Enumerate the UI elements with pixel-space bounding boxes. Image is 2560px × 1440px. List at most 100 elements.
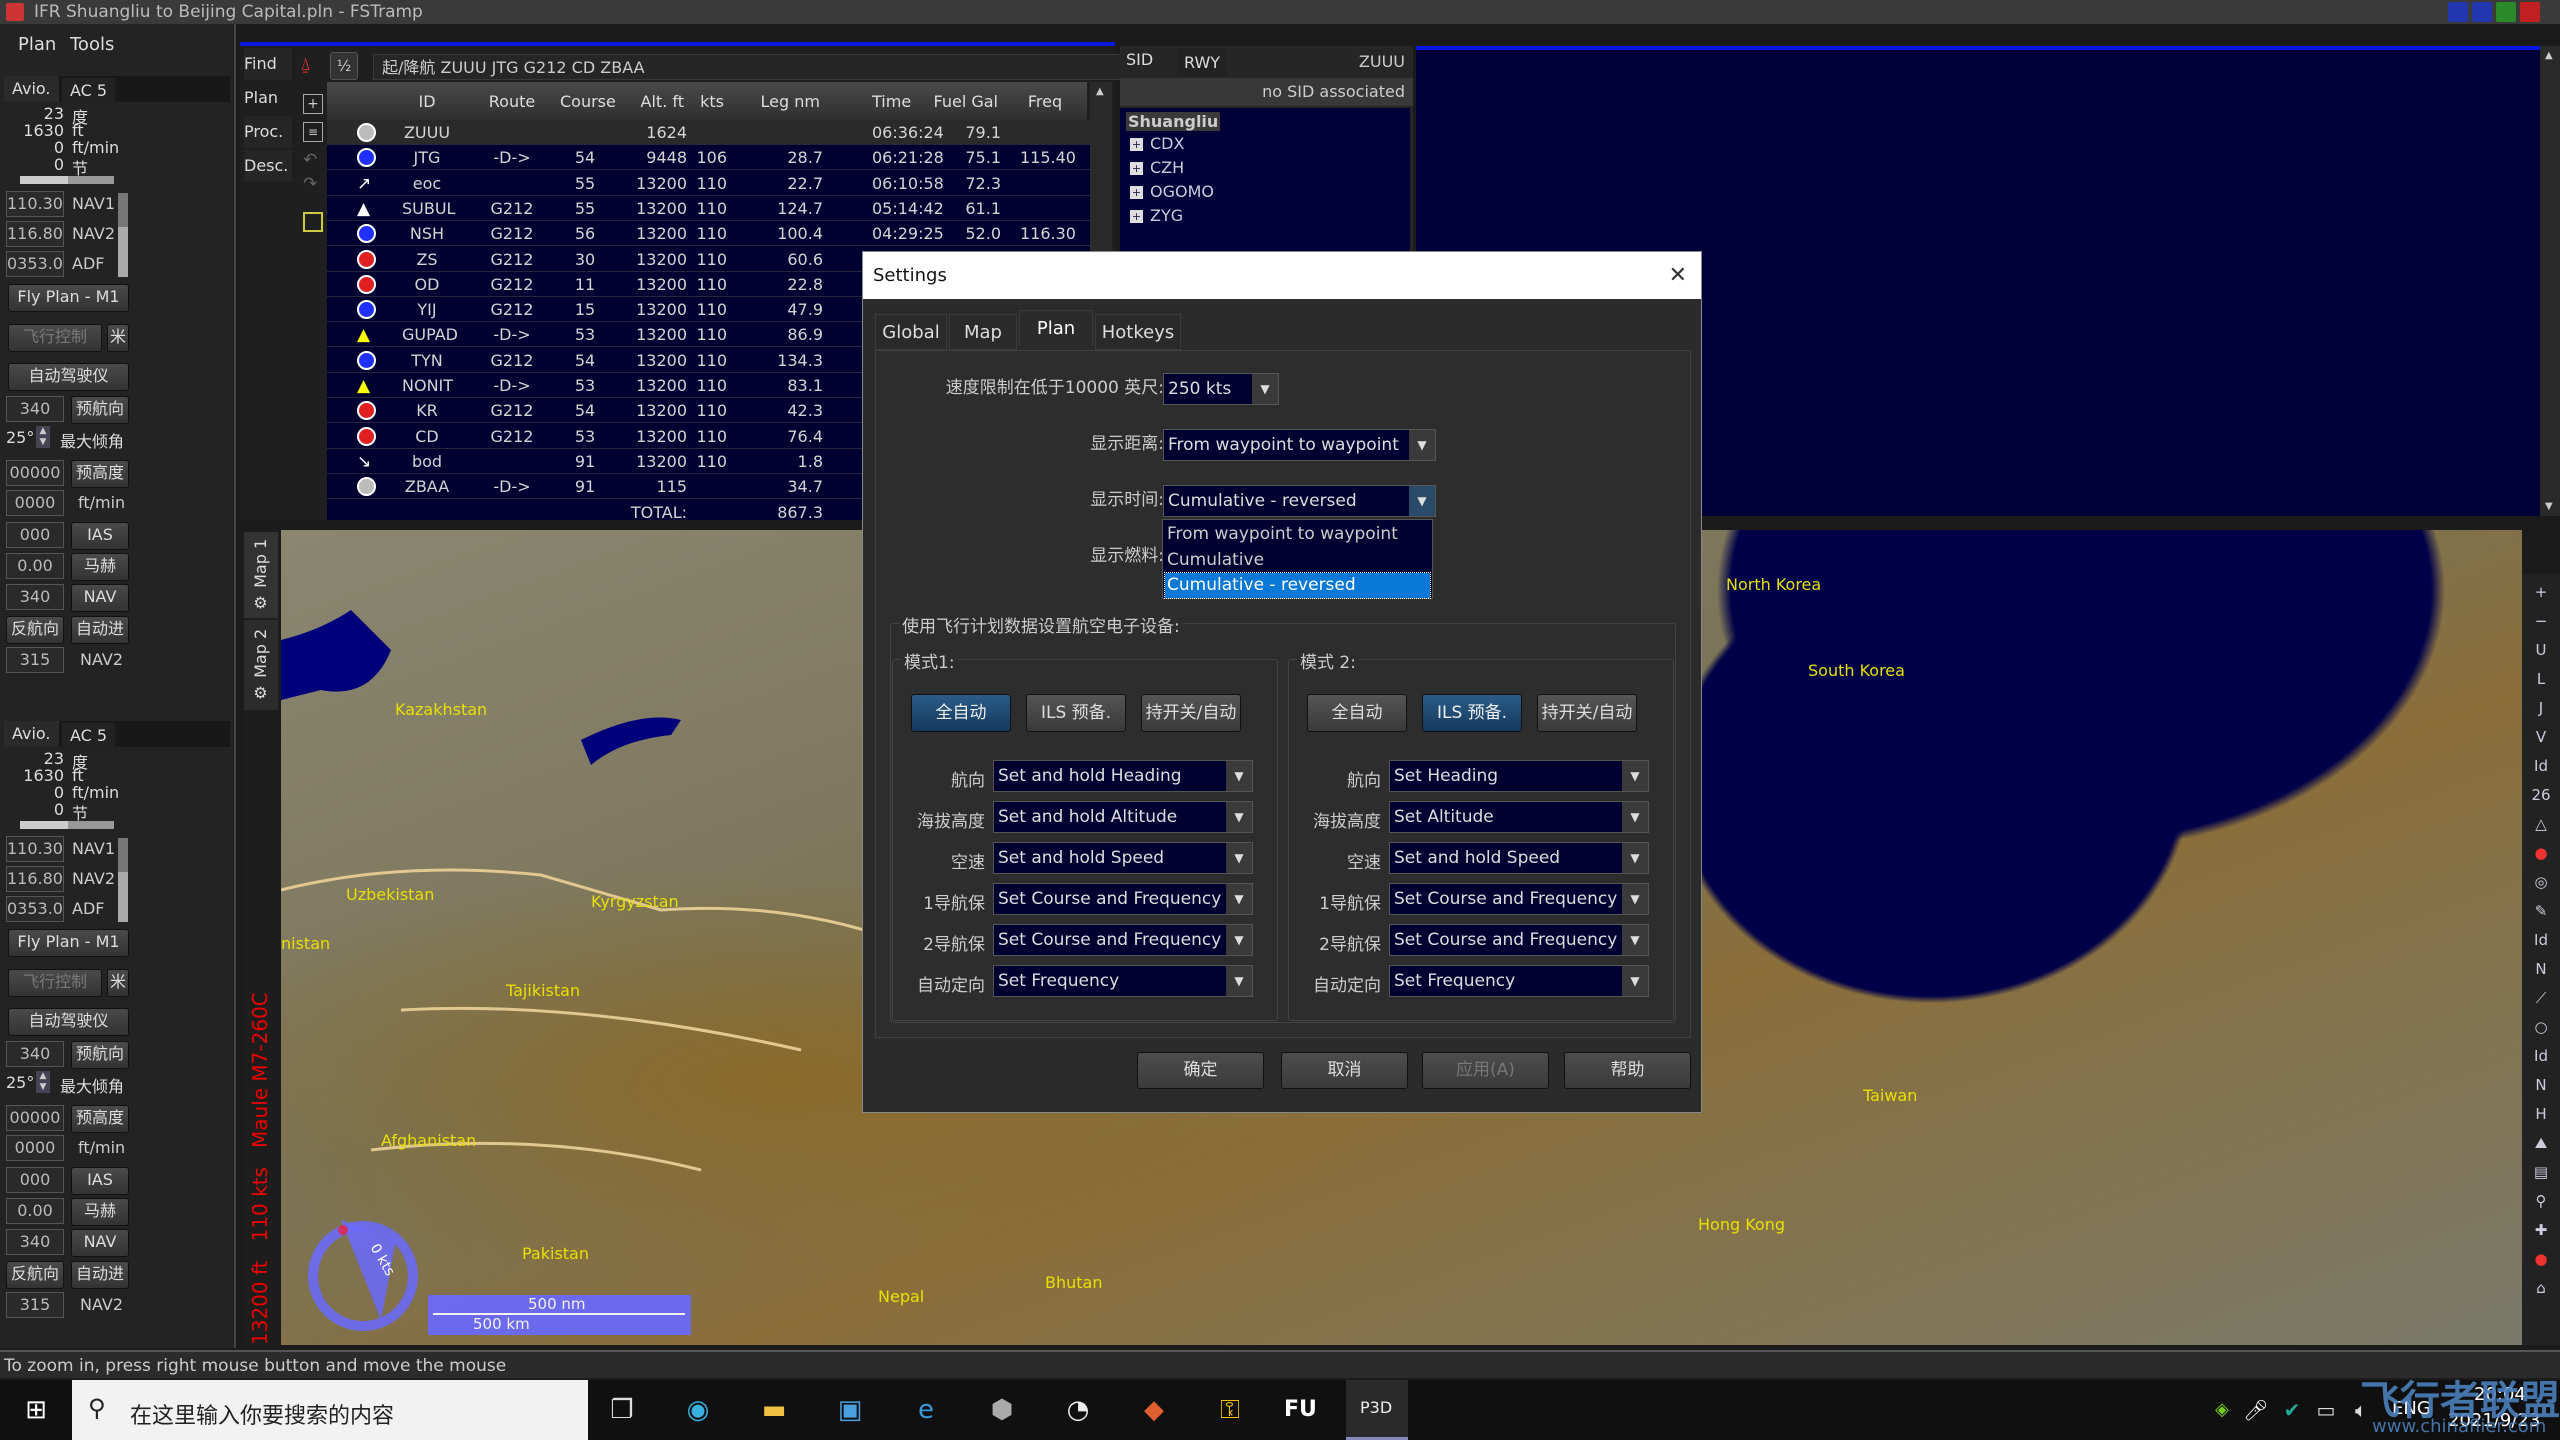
apply-button[interactable]: 应用(A) <box>1422 1052 1549 1089</box>
map-tool-icon[interactable]: J <box>2531 698 2551 718</box>
microphone-icon[interactable]: 🎤︎ <box>2240 1394 2272 1426</box>
file-explorer-icon[interactable]: ▬ <box>758 1394 790 1426</box>
map-tool-icon[interactable]: ⟋ <box>2531 988 2551 1008</box>
back-course-button[interactable]: 反航向 <box>6 616 64 644</box>
ias-button[interactable]: IAS <box>71 522 129 550</box>
tab-avionics[interactable]: Avio. <box>4 76 59 102</box>
map-tool-icon[interactable]: ✎ <box>2531 901 2551 921</box>
map-tool-icon[interactable]: Id <box>2531 756 2551 776</box>
security-icon[interactable]: ✔ <box>2276 1394 2308 1426</box>
nav1-freq[interactable]: 110.30 <box>6 836 64 862</box>
tree-root[interactable]: Shuangliu <box>1126 112 1221 131</box>
setting-select[interactable]: Set and hold Speed ▼ <box>1389 842 1649 874</box>
dropdown-option[interactable]: Cumulative <box>1165 548 1430 573</box>
tree-item[interactable]: CZH <box>1150 158 1184 177</box>
map-tool-icon[interactable]: V <box>2531 727 2551 747</box>
list-icon[interactable]: ≡ <box>303 122 323 142</box>
tab-map-1[interactable]: ⚙ Map 1 <box>244 532 278 618</box>
heading-hold-button[interactable]: 预航向 <box>71 396 129 424</box>
save-icon[interactable] <box>303 212 323 232</box>
tree-item[interactable]: OGOMO <box>1150 182 1214 201</box>
altitude-input[interactable]: 00000 <box>6 1105 64 1131</box>
slider[interactable] <box>20 821 114 829</box>
p3d-taskbar-icon[interactable]: P3D <box>1346 1380 1408 1440</box>
help-button[interactable]: 帮助 <box>1564 1052 1691 1089</box>
undo-icon[interactable]: ↶ <box>303 150 317 170</box>
setting-select[interactable]: Set Frequency ▼ <box>1389 965 1649 997</box>
redo-icon[interactable]: ↷ <box>303 174 317 194</box>
heading-hold-button[interactable]: 预航向 <box>71 1041 129 1069</box>
key-icon[interactable]: ⚿ <box>1214 1394 1246 1426</box>
mach-input[interactable]: 0.00 <box>6 553 64 579</box>
help-icon[interactable] <box>2448 2 2468 22</box>
back-course-button[interactable]: 反航向 <box>6 1261 64 1289</box>
map-tool-icon[interactable]: Id <box>2531 930 2551 950</box>
map-tool-icon[interactable]: H <box>2531 1104 2551 1124</box>
column-header[interactable]: Route <box>487 92 537 111</box>
column-header[interactable]: ID <box>402 92 452 111</box>
setting-select[interactable]: Set Heading ▼ <box>1389 760 1649 792</box>
tab-avionics[interactable]: Avio. <box>4 721 59 747</box>
tab-proc[interactable]: Proc. <box>244 116 292 148</box>
mode-button[interactable]: 持开关/自动 <box>1141 694 1241 732</box>
metric-toggle[interactable]: 米 <box>107 324 129 352</box>
flight-control-button[interactable]: 飞行控制 <box>8 324 102 352</box>
table-row[interactable]: JTG -D-> 54 9448 106 28.7 06:21:28 75.1 115.40 <box>327 145 1090 171</box>
map-tool-icon[interactable]: ⚲ <box>2531 1191 2551 1211</box>
setting-select[interactable]: Set and hold Heading ▼ <box>993 760 1253 792</box>
bank-stepper[interactable]: ▲ ▼ <box>36 1071 50 1093</box>
windows-start-icon[interactable]: ⊞ <box>20 1394 52 1426</box>
cancel-button[interactable]: 取消 <box>1281 1052 1408 1089</box>
mach-button[interactable]: 马赫 <box>71 553 129 581</box>
map-tool-icon[interactable]: − <box>2531 611 2551 631</box>
map-tool-icon[interactable]: N <box>2531 959 2551 979</box>
column-header[interactable]: Time <box>872 92 911 111</box>
tab-rwy[interactable]: RWY <box>1177 48 1227 76</box>
tab-plan[interactable]: Plan <box>1019 310 1093 346</box>
expand-icon[interactable]: + <box>1130 210 1143 223</box>
table-row[interactable]: ↗ eoc 55 13200 110 22.7 06:10:58 72.3 <box>327 171 1090 196</box>
distance-select[interactable]: From waypoint to waypoint ▼ <box>1163 429 1436 461</box>
column-header[interactable]: Alt. ft <box>641 92 684 111</box>
setting-select[interactable]: Set Altitude ▼ <box>1389 801 1649 833</box>
setting-select[interactable]: Set Course and Frequency ▼ <box>993 924 1253 956</box>
map-tool-icon[interactable]: L <box>2531 669 2551 689</box>
half-button[interactable]: ½ <box>330 52 358 80</box>
ias-input[interactable]: 000 <box>6 522 64 548</box>
restore-icon[interactable] <box>2472 2 2492 22</box>
map-tool-icon[interactable]: + <box>2531 582 2551 602</box>
altitude-hold-button[interactable]: 预高度 <box>71 460 129 488</box>
map-tool-icon[interactable]: N <box>2531 1075 2551 1095</box>
nvidia-icon[interactable]: ◈ <box>2206 1394 2238 1426</box>
menu-plan[interactable]: Plan <box>18 34 56 55</box>
metric-toggle[interactable]: 米 <box>107 969 129 997</box>
mode-button[interactable]: ILS 预备. <box>1422 694 1522 732</box>
column-header[interactable]: Course <box>560 92 616 111</box>
nav-button[interactable]: NAV <box>71 584 129 612</box>
map-tool-icon[interactable]: ○ <box>2531 1017 2551 1037</box>
expand-icon[interactable]: + <box>1130 162 1143 175</box>
task-view-icon[interactable]: ❐ <box>606 1394 638 1426</box>
column-header[interactable]: kts <box>700 92 724 111</box>
tab-hotkeys[interactable]: Hotkeys <box>1095 314 1181 350</box>
tab-aircraft[interactable]: AC 5 <box>62 723 116 749</box>
tree-item[interactable]: CDX <box>1150 134 1184 153</box>
tab-desc[interactable]: Desc. <box>244 150 292 182</box>
map-tool-icon[interactable]: 26 <box>2531 785 2551 805</box>
bank-stepper[interactable]: ▲ ▼ <box>36 426 50 448</box>
nav2-course-input[interactable]: 315 <box>6 1292 64 1318</box>
volume-slider[interactable] <box>118 193 128 277</box>
heading-input[interactable]: 340 <box>6 396 64 422</box>
vs-input[interactable]: 0000 <box>6 1135 64 1161</box>
close-icon[interactable]: ✕ <box>1669 252 1687 299</box>
mach-input[interactable]: 0.00 <box>6 1198 64 1224</box>
mode-button[interactable]: ILS 预备. <box>1026 694 1126 732</box>
nav2-freq[interactable]: 116.80 <box>6 866 64 892</box>
dropdown-option[interactable]: Cumulative - reversed <box>1164 572 1431 599</box>
expand-icon[interactable]: + <box>1130 186 1143 199</box>
map-tool-icon[interactable]: ⌂ <box>2531 1278 2551 1298</box>
approach-button[interactable]: 自动进近 <box>71 1261 129 1289</box>
tab-map[interactable]: Map <box>949 314 1017 350</box>
fly-plan-button[interactable]: Fly Plan - M1 <box>8 929 129 957</box>
approach-button[interactable]: 自动进近 <box>71 616 129 644</box>
